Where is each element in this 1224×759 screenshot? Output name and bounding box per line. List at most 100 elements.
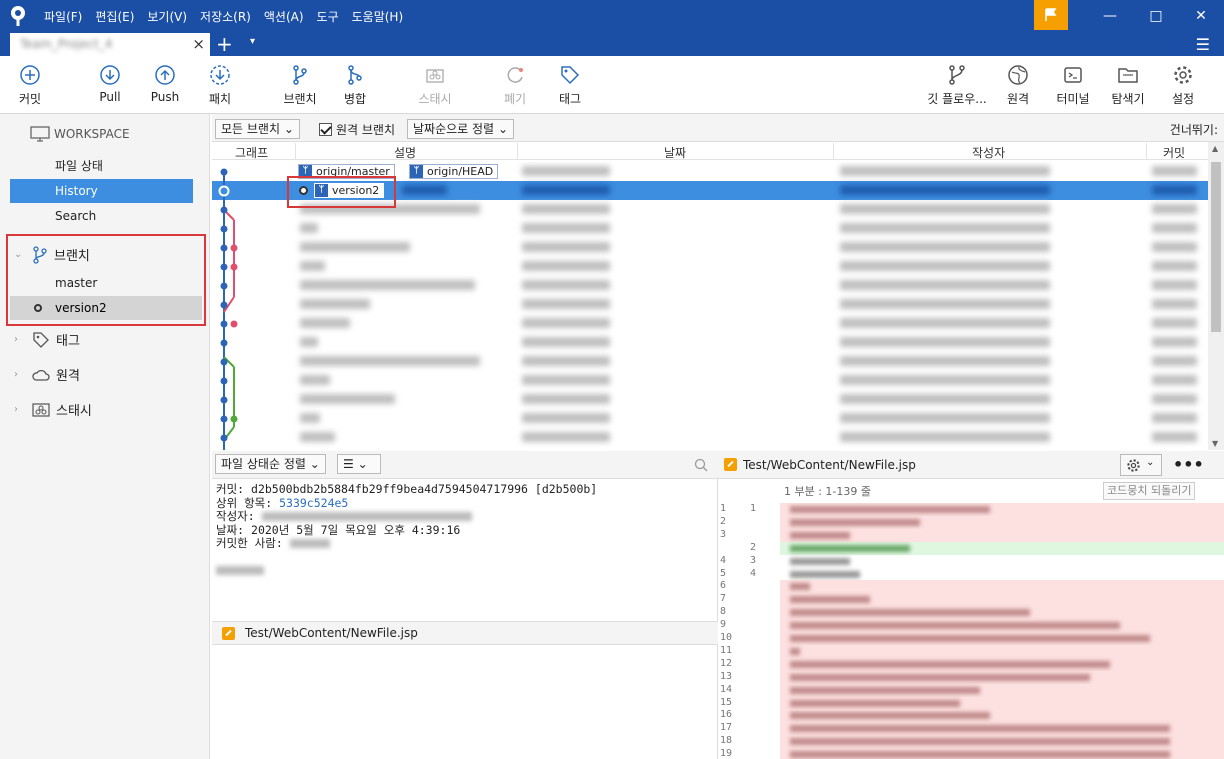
remote-branches-checkbox[interactable]: 원격 브랜치 bbox=[319, 121, 395, 138]
merge-icon bbox=[348, 65, 362, 85]
push-button[interactable]: Push bbox=[135, 64, 195, 104]
commit-row[interactable] bbox=[212, 371, 1208, 390]
diff-line: 13 bbox=[718, 670, 1224, 684]
redacted-text bbox=[300, 356, 480, 366]
pull-button[interactable]: Pull bbox=[80, 64, 140, 104]
remote-button[interactable]: 원격 bbox=[988, 64, 1048, 107]
redacted-text bbox=[840, 318, 1050, 328]
sidebar-section-stashes[interactable]: › 스태시 bbox=[14, 400, 92, 419]
stash-icon bbox=[426, 69, 444, 83]
ref-origin-head[interactable]: ᛘ origin/HEAD bbox=[409, 164, 499, 179]
sidebar: WORKSPACE 파일 상태 History Search ⌄ 브랜치 mas… bbox=[0, 114, 210, 759]
gitflow-icon bbox=[949, 65, 965, 85]
branch-button[interactable]: 브랜치 bbox=[270, 64, 330, 107]
settings-button[interactable]: 설정 bbox=[1153, 64, 1213, 107]
commit-row[interactable] bbox=[212, 409, 1208, 428]
menu-repository[interactable]: 저장소(R) bbox=[200, 8, 251, 25]
commit-hash: d2b500bdb2b5884fb29ff9bea4d7594504717996… bbox=[251, 482, 598, 496]
sidebar-section-remotes[interactable]: › 원격 bbox=[14, 365, 80, 384]
changed-file-item[interactable]: Test/WebContent/NewFile.jsp bbox=[212, 621, 718, 645]
col-date[interactable]: 날짜 bbox=[664, 144, 686, 161]
new-tab-icon[interactable]: + bbox=[216, 32, 233, 56]
tag-button[interactable]: 태그 bbox=[540, 64, 600, 107]
menu-edit[interactable]: 편집(E) bbox=[95, 8, 134, 25]
maximize-icon[interactable]: □ bbox=[1133, 0, 1179, 32]
revert-hunk-button[interactable]: 코드뭉치 되돌리기 bbox=[1103, 482, 1196, 500]
commit-button[interactable]: 커밋 bbox=[0, 64, 60, 107]
redacted-text bbox=[522, 318, 610, 328]
scroll-thumb[interactable] bbox=[1211, 162, 1221, 332]
redacted-text bbox=[840, 261, 1050, 271]
diff-line: 11 bbox=[718, 503, 1224, 516]
col-description[interactable]: 설명 bbox=[394, 144, 416, 161]
minimize-icon[interactable]: — bbox=[1087, 0, 1133, 32]
tab-dropdown-icon[interactable]: ▾ bbox=[250, 36, 255, 47]
scroll-down-icon[interactable]: ▼ bbox=[1212, 439, 1218, 448]
merge-button[interactable]: 병합 bbox=[325, 64, 385, 107]
checkbox-box[interactable] bbox=[319, 123, 332, 136]
sort-dropdown[interactable]: 날짜순으로 정렬 ⌄ bbox=[407, 119, 514, 139]
terminal-icon bbox=[1064, 67, 1082, 83]
flag-icon[interactable] bbox=[1034, 0, 1068, 30]
redacted-text bbox=[300, 375, 330, 385]
commit-row[interactable] bbox=[212, 333, 1208, 352]
commit-row[interactable] bbox=[212, 390, 1208, 409]
commit-node bbox=[230, 244, 238, 252]
repo-tab[interactable]: Team_Project_4 × bbox=[10, 33, 210, 56]
diff-options-button[interactable]: ⌄ bbox=[1120, 454, 1162, 476]
diff-line: 17 bbox=[718, 722, 1224, 736]
commit-row[interactable] bbox=[212, 219, 1208, 238]
commit-row[interactable] bbox=[212, 276, 1208, 295]
commit-list-scrollbar[interactable]: ▲ ▼ bbox=[1208, 142, 1224, 450]
stash-icon bbox=[32, 402, 50, 417]
sidebar-item-history[interactable]: History bbox=[10, 179, 193, 203]
sidebar-section-tags[interactable]: › 태그 bbox=[14, 330, 80, 349]
tab-bar: Team_Project_4 × + ▾ ☰ bbox=[0, 32, 1224, 56]
modified-file-icon bbox=[724, 458, 737, 471]
menu-actions[interactable]: 액션(A) bbox=[264, 8, 304, 25]
col-graph[interactable]: 그래프 bbox=[235, 144, 268, 161]
commit-node bbox=[220, 377, 228, 385]
col-author[interactable]: 작성자 bbox=[972, 144, 1005, 161]
commit-row[interactable] bbox=[212, 238, 1208, 257]
close-window-icon[interactable]: ✕ bbox=[1178, 0, 1224, 32]
redacted-text bbox=[840, 299, 1050, 309]
redacted-text bbox=[522, 337, 610, 347]
menu-help[interactable]: 도움말(H) bbox=[352, 8, 404, 25]
tab-close-icon[interactable]: × bbox=[192, 35, 205, 53]
terminal-button[interactable]: 터미널 bbox=[1043, 64, 1103, 107]
scroll-up-icon[interactable]: ▲ bbox=[1212, 144, 1218, 153]
commit-row[interactable] bbox=[212, 352, 1208, 371]
view-mode-dropdown[interactable]: ☰ ⌄ bbox=[337, 454, 381, 474]
col-commit[interactable]: 커밋 bbox=[1163, 144, 1185, 161]
diff-line: 10 bbox=[718, 632, 1224, 645]
gitflow-button[interactable]: 깃 플로우... bbox=[925, 64, 989, 107]
redacted-text bbox=[1152, 356, 1197, 366]
search-icon[interactable] bbox=[694, 458, 708, 472]
stash-button[interactable]: 스태시 bbox=[405, 64, 465, 107]
redacted-text bbox=[1152, 375, 1197, 385]
sidebar-item-search[interactable]: Search bbox=[10, 204, 193, 228]
menu-view[interactable]: 보기(V) bbox=[147, 8, 187, 25]
folder-icon bbox=[1118, 68, 1138, 83]
sidebar-item-file-status[interactable]: 파일 상태 bbox=[10, 154, 193, 178]
commit-row[interactable] bbox=[212, 428, 1208, 447]
redacted-text bbox=[300, 223, 318, 233]
fetch-button[interactable]: 패치 bbox=[190, 64, 250, 107]
explorer-button[interactable]: 탐색기 bbox=[1098, 64, 1158, 107]
file-sort-dropdown[interactable]: 파일 상태순 정렬 ⌄ bbox=[215, 454, 326, 474]
all-branches-dropdown[interactable]: 모든 브랜치 ⌄ bbox=[215, 119, 300, 139]
hamburger-menu-icon[interactable]: ☰ bbox=[1196, 35, 1210, 54]
redacted-text bbox=[522, 413, 610, 423]
menu-file[interactable]: 파일(F) bbox=[44, 8, 82, 25]
commit-row[interactable] bbox=[212, 257, 1208, 276]
commit-row[interactable] bbox=[212, 295, 1208, 314]
parent-hash-link[interactable]: 5339c524e5 bbox=[279, 496, 348, 510]
diff-toolbar: Test/WebContent/NewFile.jsp ⌄ ••• bbox=[718, 451, 1224, 479]
more-options-icon[interactable]: ••• bbox=[1173, 455, 1204, 474]
fetch-icon bbox=[210, 65, 230, 85]
discard-button[interactable]: 폐기 bbox=[485, 64, 545, 107]
commit-row[interactable] bbox=[212, 314, 1208, 333]
menu-tools[interactable]: 도구 bbox=[317, 8, 339, 25]
diff-line: 11 bbox=[718, 644, 1224, 658]
